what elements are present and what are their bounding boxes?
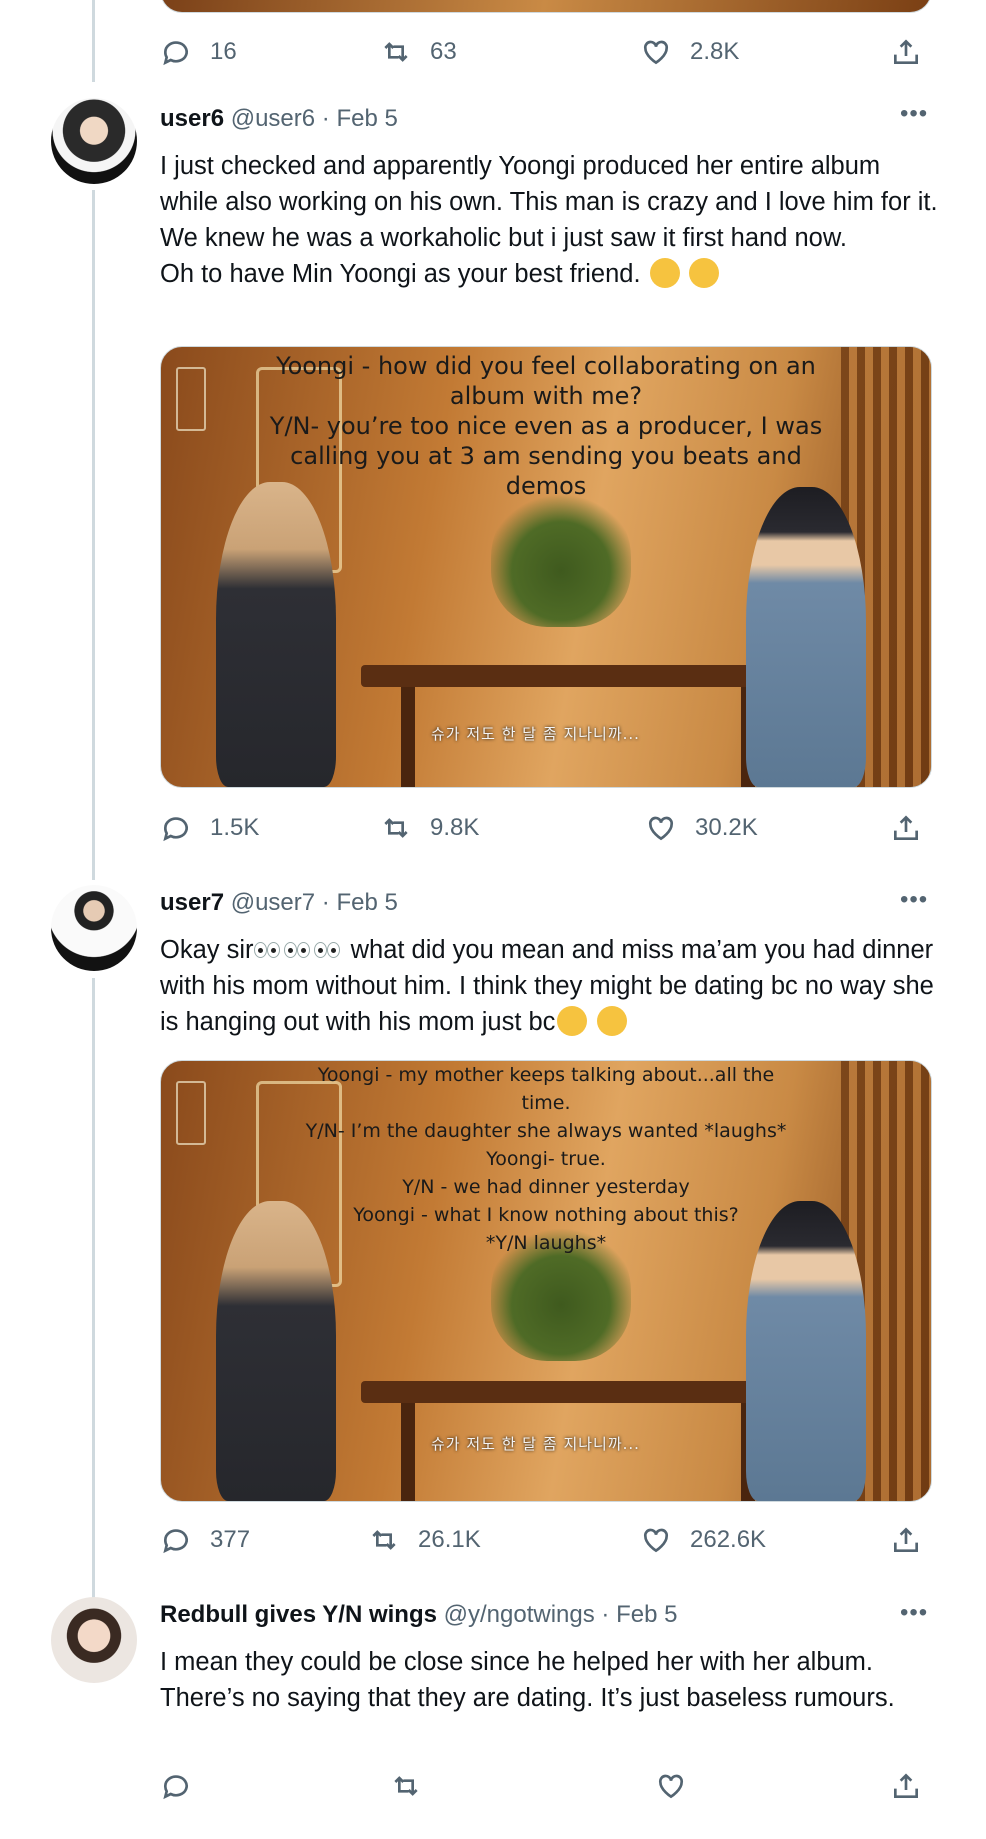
retweet-button[interactable]: 26.1K (368, 1524, 481, 1556)
share-icon (894, 1773, 918, 1798)
share-icon (894, 815, 918, 840)
person-left (216, 482, 336, 787)
heart-icon (648, 816, 674, 841)
tweet-header: user6 @user6 · Feb 5 (160, 104, 398, 134)
tweet-date[interactable]: Feb 5 (616, 1601, 677, 1628)
tweet-text-line: Oh to have Min Yoongi as your best frien… (160, 256, 940, 292)
table (361, 665, 791, 687)
retweet-count: 26.1K (418, 1526, 481, 1553)
image-subtitle: 슈가 저도 한 달 좀 지나니까... (431, 1435, 640, 1453)
tweet-media-partial[interactable] (160, 0, 932, 13)
tweet-text-line: We knew he was a workaholic but i just s… (160, 224, 847, 252)
reply-icon (163, 817, 188, 842)
eyes-emoji (313, 942, 340, 958)
image-caption: Yoongi - how did you feel collaborating … (269, 352, 823, 500)
display-name[interactable]: user7 (160, 889, 224, 916)
retweet-count: 63 (430, 38, 457, 65)
tweet-text-line: I just checked and apparently Yoongi pro… (160, 152, 938, 216)
retweet-button[interactable] (390, 1770, 422, 1802)
tweet-text: Okay sir what did you mean and miss ma’a… (160, 932, 940, 1040)
tweet-text-line: I mean they could be close since he help… (160, 1648, 895, 1712)
tweet-date[interactable]: Feb 5 (336, 105, 397, 132)
retweet-button[interactable]: 9.8K (380, 812, 479, 844)
like-button[interactable]: 262.6K (640, 1524, 766, 1556)
tweet-media[interactable]: Yoongi - how did you feel collaborating … (160, 346, 932, 788)
image-subtitle: 슈가 저도 한 달 좀 지나니까... (431, 725, 640, 743)
reply-button[interactable]: 1.5K (160, 812, 259, 844)
user-handle[interactable]: @user7 (231, 889, 315, 916)
reply-button[interactable] (160, 1770, 192, 1802)
like-button[interactable] (655, 1770, 687, 1802)
tweet-header: user7 @user7 · Feb 5 (160, 888, 398, 918)
eyes-emoji (253, 942, 280, 958)
like-count: 262.6K (690, 1526, 767, 1553)
reply-count: 16 (210, 38, 237, 65)
image-caption: Yoongi - my mother keeps talking about..… (305, 1064, 787, 1254)
tweet-text-part: Okay sir (160, 936, 254, 964)
share-button[interactable] (890, 812, 922, 844)
share-button[interactable] (890, 1524, 922, 1556)
tweet-text: I just checked and apparently Yoongi pro… (160, 148, 940, 292)
more-icon[interactable]: ••• (900, 1601, 928, 1625)
reply-count: 1.5K (210, 814, 260, 841)
like-count: 30.2K (695, 814, 758, 841)
separator-dot: · (321, 105, 330, 132)
more-icon[interactable]: ••• (900, 888, 928, 912)
separator-dot: · (321, 889, 330, 916)
reply-icon (163, 1529, 188, 1554)
separator-dot: · (601, 1601, 610, 1628)
person-right (746, 487, 866, 787)
retweet-icon (384, 42, 408, 62)
like-button[interactable]: 30.2K (645, 812, 758, 844)
like-button[interactable]: 2.8K (640, 36, 739, 68)
flushed-face-emoji (557, 1006, 588, 1036)
tired-face-emoji (649, 258, 680, 288)
flushed-face-emoji (596, 1006, 627, 1036)
avatar[interactable] (51, 1597, 137, 1683)
tweet-date[interactable]: Feb 5 (336, 889, 397, 916)
plant (491, 487, 631, 627)
tweet-actions: 1.5K 9.8K 30.2K (160, 812, 940, 852)
tweet-media[interactable]: Yoongi - my mother keeps talking about..… (160, 1060, 932, 1502)
reply-icon (163, 41, 188, 66)
display-name[interactable]: user6 (160, 105, 224, 132)
eyes-emoji (283, 942, 310, 958)
user-handle[interactable]: @y/ngotwings (444, 1601, 595, 1628)
thread-line (92, 190, 95, 880)
tweet-header: Redbull gives Y/N wings @y/ngotwings · F… (160, 1600, 677, 1630)
reply-count: 377 (210, 1526, 251, 1553)
retweet-button[interactable]: 63 (380, 36, 457, 68)
retweet-count: 9.8K (430, 814, 480, 841)
user-handle[interactable]: @user6 (231, 105, 315, 132)
tweet-actions: 16 63 2.8K (160, 36, 940, 76)
tweet-actions (160, 1770, 940, 1810)
share-button[interactable] (890, 36, 922, 68)
tired-face-emoji (688, 258, 719, 288)
table (361, 1381, 791, 1403)
tweet-text: I mean they could be close since he help… (160, 1644, 940, 1716)
retweet-icon (372, 1530, 396, 1550)
like-count: 2.8K (690, 38, 740, 65)
heart-icon (658, 1774, 684, 1799)
heart-icon (643, 1528, 669, 1553)
reply-button[interactable]: 16 (160, 36, 237, 68)
thread-line (92, 0, 95, 82)
thread-line (92, 978, 95, 1600)
retweet-icon (394, 1776, 418, 1796)
heart-icon (643, 40, 669, 65)
reply-icon (163, 1775, 188, 1800)
avatar[interactable] (51, 98, 137, 184)
share-icon (894, 39, 918, 64)
share-button[interactable] (890, 1770, 922, 1802)
reply-button[interactable]: 377 (160, 1524, 250, 1556)
more-icon[interactable]: ••• (900, 102, 928, 126)
share-icon (894, 1527, 918, 1552)
avatar[interactable] (51, 885, 137, 971)
tweet-actions: 377 26.1K 262.6K (160, 1524, 940, 1564)
display-name[interactable]: Redbull gives Y/N wings (160, 1601, 437, 1628)
retweet-icon (384, 818, 408, 838)
